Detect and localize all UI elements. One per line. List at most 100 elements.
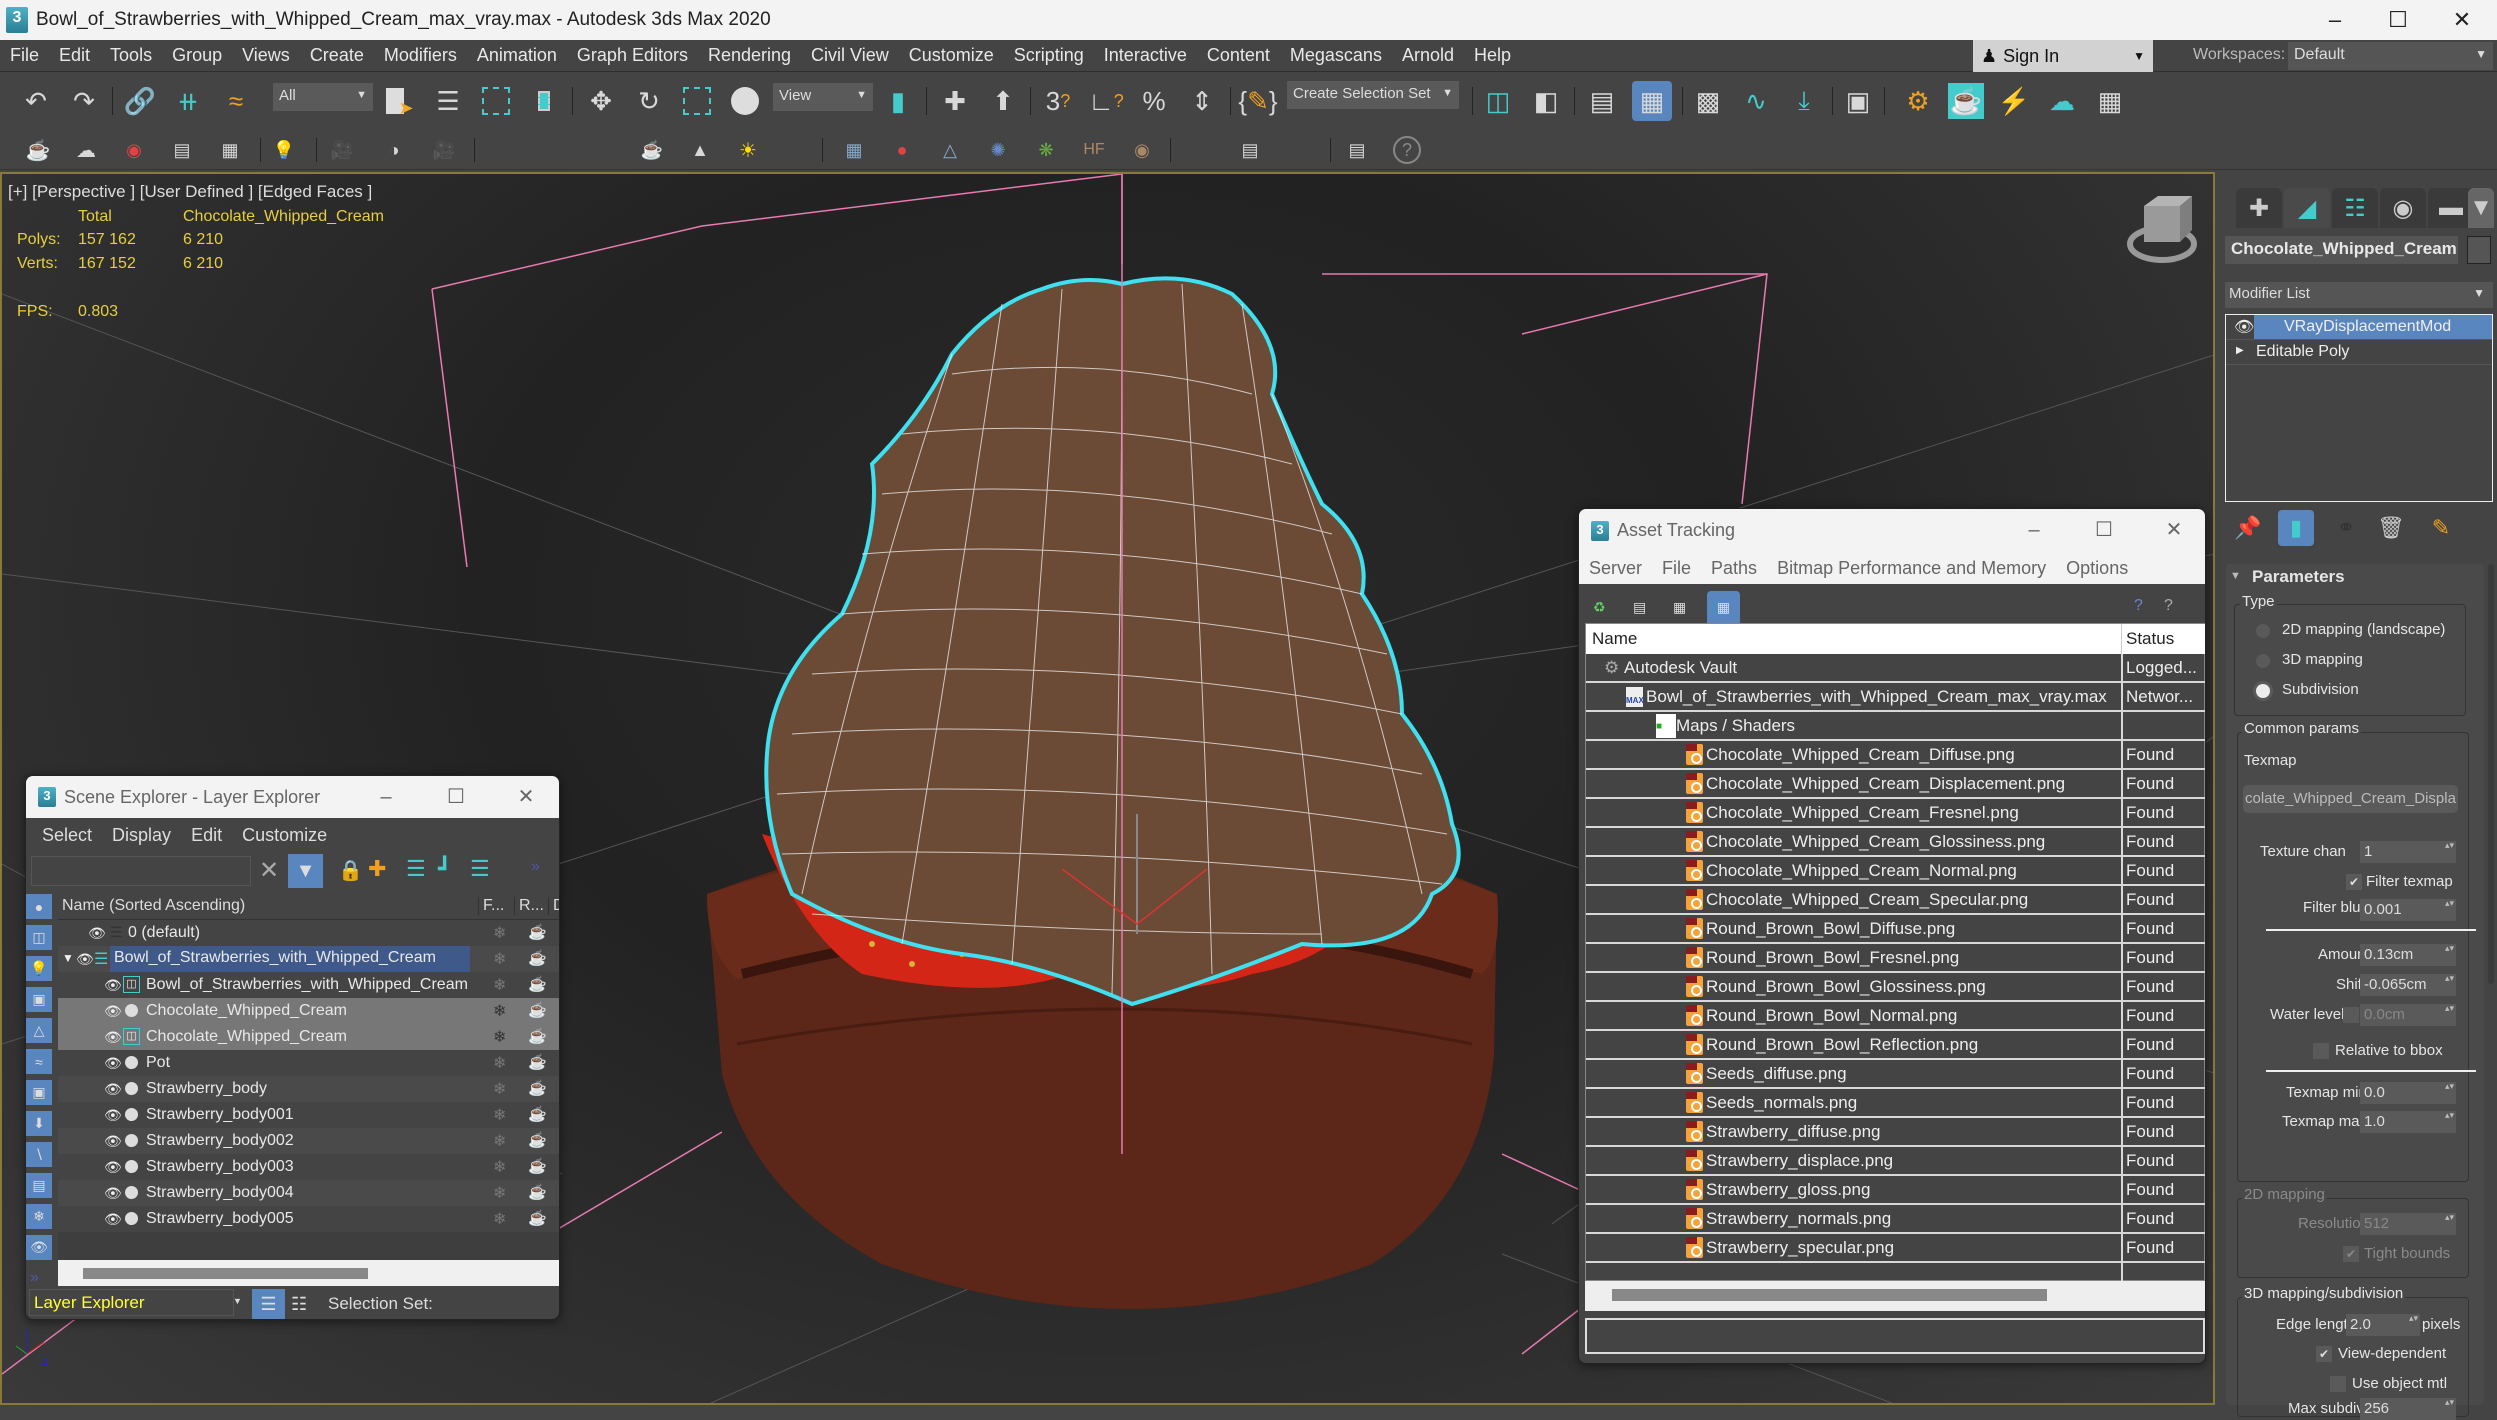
snowflake-icon[interactable]: ❄ (493, 923, 506, 943)
viewcube[interactable] (2127, 196, 2197, 263)
asset-row[interactable]: Chocolate_Whipped_Cream_Diffuse.png Found (1586, 741, 2205, 770)
move-icon[interactable]: ✥ (583, 83, 619, 119)
menu-megascans[interactable]: Megascans (1280, 45, 1392, 66)
toggle-ribbon-icon[interactable]: ▩ (1690, 83, 1726, 119)
unlink-icon[interactable]: ⧺ (170, 83, 206, 119)
keyboard-shortcut-override-icon[interactable]: ⬆ (985, 83, 1021, 119)
view-dependent-checkbox[interactable]: ✔ (2316, 1346, 2332, 1362)
snowflake-icon[interactable]: ❄ (493, 1183, 506, 1203)
explorer-type-dropdown[interactable]: Layer Explorer (29, 1289, 234, 1316)
snowflake-icon[interactable]: ❄ (493, 1001, 506, 1021)
teapot-icon[interactable]: ☕ (528, 975, 547, 993)
object-name-field[interactable]: Chocolate_Whipped_Cream (2225, 236, 2458, 264)
asset-row[interactable]: Seeds_diffuse.png Found (1586, 1060, 2205, 1089)
column-frozen[interactable]: F... (478, 897, 504, 915)
amount-spinner[interactable]: 0.13cm (2360, 944, 2456, 966)
tight-bounds-checkbox[interactable]: ✔ (2343, 1246, 2359, 1262)
menu-server[interactable]: Server (1579, 558, 1652, 579)
list-item[interactable]: 👁 Strawberry_body002 ❄ ☕ (58, 1128, 559, 1154)
reference-coord-dropdown[interactable]: View ▼ (773, 83, 873, 111)
resolution-spinner[interactable]: 512 (2360, 1213, 2456, 1235)
filter-texmap-checkbox[interactable]: ✔ (2346, 874, 2362, 890)
list-item[interactable]: 👁 Strawberry_body004 ❄ ☕ (58, 1180, 559, 1206)
configure-modifier-sets-icon[interactable]: ✎ (2423, 510, 2459, 546)
snowflake-icon[interactable]: ❄ (493, 949, 506, 969)
asset-row[interactable]: Chocolate_Whipped_Cream_Fresnel.png Found (1586, 799, 2205, 828)
table-view-icon[interactable]: ▦ (1707, 591, 1740, 623)
eye-icon[interactable]: 👁 (104, 1003, 122, 1020)
maximize-button[interactable]: ☐ (2079, 509, 2129, 551)
render-view-icon[interactable]: ▦ (2092, 83, 2128, 119)
toggle-layer-explorer-icon[interactable]: ▦ (1632, 81, 1672, 121)
create-layer-icon[interactable]: ✚ (368, 856, 386, 882)
cloud-icon[interactable]: ☁ (72, 136, 100, 164)
teapot-icon[interactable]: ☕ (528, 1105, 547, 1123)
helpers-filter-icon[interactable]: △ (26, 1018, 52, 1043)
menu-interactive[interactable]: Interactive (1094, 45, 1197, 66)
motion-tab[interactable]: ◉ (2380, 188, 2426, 228)
texmap-max-spinner[interactable]: 1.0 (2360, 1111, 2456, 1133)
expand-arrow-icon[interactable]: ▶ (2236, 345, 2244, 356)
vray-ambient-light-icon[interactable]: ▲ (686, 136, 714, 164)
vray-fur-icon[interactable]: ● (888, 136, 916, 164)
snowflake-icon[interactable]: ❄ (493, 1131, 506, 1151)
asset-row[interactable]: Round_Brown_Bowl_Reflection.png Found (1586, 1031, 2205, 1060)
scrollbar-thumb[interactable] (83, 1268, 368, 1279)
maximize-button[interactable]: ☐ (2363, 0, 2433, 40)
snowflake-icon[interactable]: ❄ (493, 1209, 506, 1229)
shapes-filter-icon[interactable]: ◫ (26, 925, 52, 950)
menu-customize[interactable]: Customize (899, 45, 1004, 66)
menu-help[interactable]: Help (1464, 45, 1521, 66)
show-end-result-icon[interactable]: ▮ (2278, 510, 2314, 546)
menu-scripting[interactable]: Scripting (1004, 45, 1094, 66)
minimize-button[interactable]: – (2300, 0, 2370, 40)
teapot-icon[interactable]: ☕ (528, 1209, 547, 1227)
asset-row[interactable]: Chocolate_Whipped_Cream_Specular.png Foun… (1586, 886, 2205, 915)
hidden-filter-icon[interactable]: 👁 (26, 1235, 52, 1260)
parameters-title[interactable]: Parameters (2252, 567, 2345, 587)
column-display[interactable]: D (548, 897, 559, 915)
rendered-frame-window-icon[interactable]: ☕ (1948, 83, 1984, 119)
eye-icon[interactable]: 👁 (2234, 317, 2254, 337)
menu-graph-editors[interactable]: Graph Editors (567, 45, 698, 66)
remove-modifier-icon[interactable]: 🗑 (2373, 510, 2409, 546)
curve-editor-icon[interactable]: ∿ (1738, 83, 1774, 119)
shift-spinner[interactable]: -0.065cm (2360, 974, 2456, 996)
undo-icon[interactable]: ↶ (18, 83, 54, 119)
viewport-label[interactable]: [+] [Perspective ] [User Defined ] [Edge… (8, 182, 372, 202)
asset-row[interactable]: MAX Bowl_of_Strawberries_with_Whipped_Cre… (1586, 683, 2205, 712)
vray-hair-icon[interactable]: HF (1080, 136, 1108, 164)
collapse-arrow-icon[interactable]: ▼ (2230, 570, 2241, 582)
eye-icon[interactable]: 👁 (88, 925, 106, 942)
water-level-spinner[interactable]: 0.0cm (2360, 1004, 2456, 1026)
render-setup-icon[interactable]: ⚙ (1900, 83, 1936, 119)
horizontal-scrollbar[interactable] (1585, 1281, 2205, 1311)
edit-named-selection-icon[interactable]: {✎} (1238, 83, 1277, 119)
schematic-view-icon[interactable]: ⤓ (1786, 83, 1822, 119)
vray-physical-camera-icon[interactable]: 🎥 (430, 136, 458, 164)
object-color-swatch[interactable] (2467, 236, 2491, 264)
make-unique-icon[interactable]: ⚭ (2328, 510, 2364, 546)
teapot-icon[interactable]: ☕ (528, 1183, 547, 1201)
mirror-icon[interactable]: ◫ (1480, 83, 1516, 119)
teapot-icon[interactable]: ☕ (528, 1131, 547, 1149)
use-object-mtl-checkbox[interactable] (2330, 1376, 2346, 1392)
asset-row[interactable]: Strawberry_diffuse.png Found (1586, 1118, 2205, 1147)
teapot-icon[interactable]: ☕ (528, 1053, 547, 1071)
align-icon[interactable]: ◧ (1528, 83, 1564, 119)
snowflake-icon[interactable]: ❄ (493, 1105, 506, 1125)
asset-row[interactable]: ■ Maps / Shaders (1586, 712, 2205, 741)
menu-paths[interactable]: Paths (1701, 558, 1767, 579)
minimize-button[interactable]: – (2009, 509, 2059, 551)
help-icon[interactable]: ? (2134, 597, 2143, 615)
list-view-icon[interactable]: ▤ (1633, 599, 1646, 616)
menu-animation[interactable]: Animation (467, 45, 567, 66)
edge-length-spinner[interactable]: 2.0 (2346, 1314, 2420, 1336)
radio-subdivision[interactable] (2256, 684, 2270, 698)
snap-3d-icon[interactable]: 3? (1040, 83, 1076, 119)
menu-modifiers[interactable]: Modifiers (374, 45, 467, 66)
list-item[interactable]: 👁 Chocolate_Whipped_Cream ❄ ☕ (58, 998, 559, 1024)
vray-file-icon[interactable]: ▤ (1343, 136, 1371, 164)
menu-display[interactable]: Display (102, 825, 181, 846)
column-renderable[interactable]: R... (514, 897, 544, 915)
